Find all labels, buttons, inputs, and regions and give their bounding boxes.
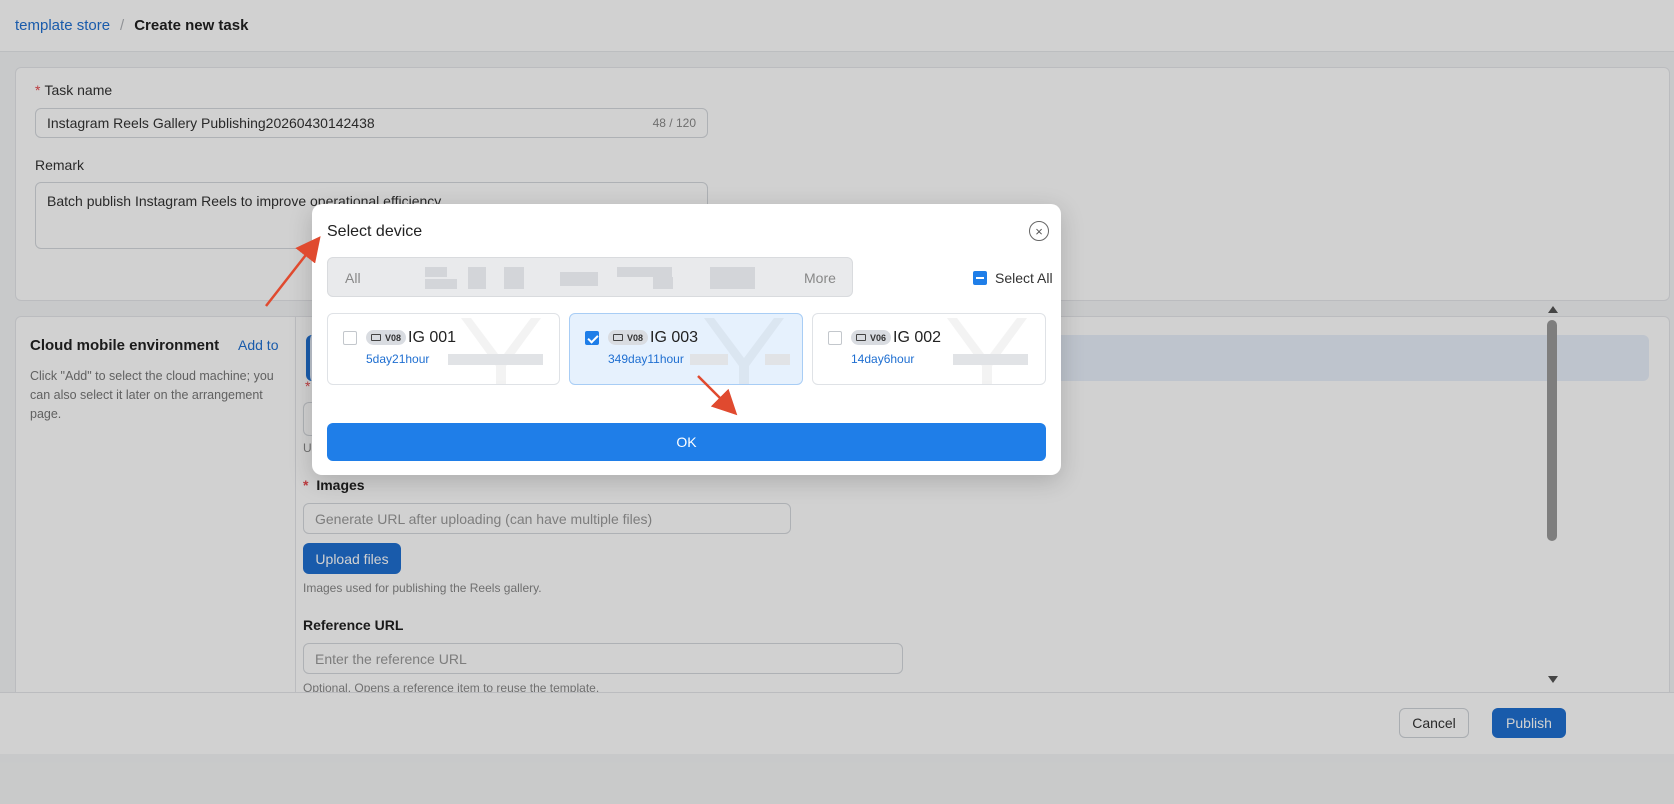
blurred-group-tab[interactable] xyxy=(504,267,524,289)
indeterminate-checkbox-icon xyxy=(973,271,987,285)
blurred-device-info xyxy=(953,354,1028,365)
blurred-group-tab[interactable] xyxy=(710,267,755,289)
close-icon[interactable]: × xyxy=(1029,221,1049,241)
blurred-group-tab[interactable] xyxy=(468,267,486,289)
blurred-group-tab[interactable] xyxy=(425,267,447,277)
blurred-device-info xyxy=(448,354,543,365)
blurred-device-info xyxy=(690,354,728,365)
device-remaining-time: 14day6hour xyxy=(851,352,915,366)
version-badge: V06 xyxy=(851,330,892,345)
device-name: IG 003 xyxy=(650,329,699,346)
version-text: V06 xyxy=(870,332,887,343)
filter-more-button[interactable]: More xyxy=(804,270,836,286)
blurred-device-info xyxy=(765,354,790,365)
blurred-group-tab xyxy=(653,277,673,289)
device-watermark-icon xyxy=(947,318,1027,384)
device-card-ig-002[interactable]: V06 IG 002 14day6hour xyxy=(812,313,1046,385)
device-filter-bar: All More xyxy=(327,257,853,297)
device-name: IG 001 xyxy=(408,329,457,346)
device-watermark-icon xyxy=(704,318,784,384)
device-checkbox[interactable] xyxy=(828,331,842,345)
version-text: V08 xyxy=(627,332,644,343)
select-device-modal: Select device × All More Select All V08 … xyxy=(312,204,1061,475)
select-all-checkbox[interactable]: Select All xyxy=(973,270,1053,286)
blurred-group-tab[interactable] xyxy=(617,267,672,277)
device-card-ig-003[interactable]: V08 IG 003 349day11hour xyxy=(569,313,803,385)
version-badge: V08 xyxy=(366,330,407,345)
device-card-ig-001[interactable]: V08 IG 001 5day21hour xyxy=(327,313,560,385)
device-checkbox[interactable] xyxy=(343,331,357,345)
cloud-phone-icon xyxy=(371,334,381,341)
device-remaining-time: 349day11hour xyxy=(608,352,684,366)
ok-button[interactable]: OK xyxy=(327,423,1046,461)
cloud-phone-icon xyxy=(856,334,866,341)
modal-title: Select device xyxy=(327,223,423,240)
version-text: V08 xyxy=(385,332,402,343)
device-checkbox-checked[interactable] xyxy=(585,331,599,345)
device-name: IG 002 xyxy=(893,329,942,346)
filter-all-tab[interactable]: All xyxy=(345,270,361,286)
blurred-group-tab xyxy=(425,279,457,289)
device-remaining-time: 5day21hour xyxy=(366,352,430,366)
select-all-label: Select All xyxy=(995,270,1053,286)
device-watermark-icon xyxy=(461,318,541,384)
cloud-phone-icon xyxy=(613,334,623,341)
version-badge: V08 xyxy=(608,330,649,345)
blurred-group-tab[interactable] xyxy=(560,272,598,286)
